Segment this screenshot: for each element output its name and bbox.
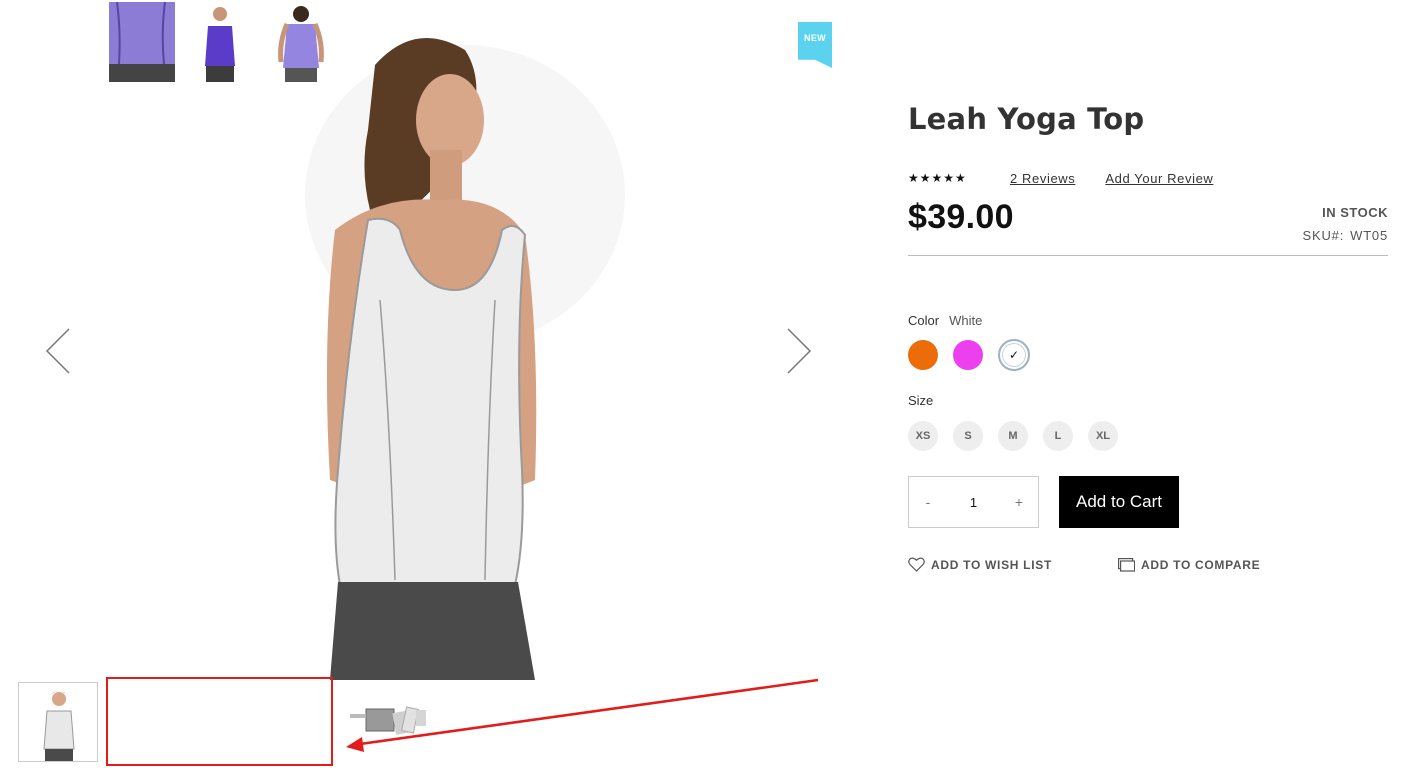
thumbnail-white-tank[interactable] [18,682,98,762]
stock-status: IN STOCK [1322,205,1388,220]
size-option-m[interactable]: M [998,421,1028,451]
size-option-xs[interactable]: XS [908,421,938,451]
color-swatch-orange[interactable] [908,340,938,370]
thumbnail-image [19,683,97,761]
sku-label: SKU#: [1302,228,1345,243]
product-price: $39.00 [908,198,1014,236]
size-options: XS S M L XL [908,421,1118,451]
compare-icon [1118,557,1135,572]
sku: SKU#: WT05 [1303,228,1388,243]
color-swatch-purple[interactable] [953,340,983,370]
thumbnail-purple-back[interactable] [253,2,333,82]
size-label: Size [908,393,934,408]
divider [908,255,1388,256]
quantity-increase-button[interactable]: + [1000,494,1038,510]
check-icon: ✓ [1008,348,1020,362]
add-to-compare-link[interactable]: ADD TO COMPARE [1118,557,1260,572]
thumbnail-purple-front[interactable] [184,2,264,82]
add-to-wishlist-link[interactable]: ADD TO WISH LIST [908,557,1118,572]
product-actions: ADD TO WISH LIST ADD TO COMPARE [908,557,1260,572]
chevron-right-icon [787,328,812,374]
new-badge: NEW [798,22,832,68]
thumbnail-image [184,2,254,82]
chevron-left-icon [45,328,70,374]
color-label: Color [908,313,940,328]
product-info: Leah Yoga Top ★★★★★ 2 Reviews Add Your R… [908,0,1388,775]
quantity-decrease-button[interactable]: - [909,494,947,510]
add-review-link[interactable]: Add Your Review [1105,171,1213,186]
color-selected-value: White [949,313,983,328]
thumbnail-image [253,2,328,82]
size-option-l[interactable]: L [1043,421,1073,451]
thumbnail-brochure[interactable] [340,684,432,754]
star-rating: ★★★★★ [908,171,967,185]
add-to-cart-button[interactable]: Add to Cart [1059,476,1179,528]
product-gallery: NEW [0,0,850,680]
color-attribute: Color White [908,313,982,328]
color-swatches: ✓ [908,339,1030,371]
color-swatch-white[interactable]: ✓ [998,339,1030,371]
previous-image-button[interactable] [43,326,73,376]
quantity-input[interactable] [947,494,1000,510]
sku-value: WT05 [1350,228,1388,243]
reviews-link[interactable]: 2 Reviews [1010,171,1075,186]
page-title: Leah Yoga Top [908,102,1145,136]
quantity-stepper: - + [908,476,1039,528]
main-product-image [305,38,625,680]
next-image-button[interactable] [784,326,814,376]
compare-label: ADD TO COMPARE [1141,557,1261,572]
heart-icon [908,557,925,572]
size-option-s[interactable]: S [953,421,983,451]
rating-summary: ★★★★★ 2 Reviews Add Your Review [908,168,1213,188]
thumbnail-purple-closeup[interactable] [109,2,189,82]
size-option-xl[interactable]: XL [1088,421,1118,451]
thumbnail-image [109,2,175,82]
thumbnail-image [340,684,432,754]
annotation-highlight-box [106,677,333,766]
wishlist-label: ADD TO WISH LIST [931,557,1052,572]
